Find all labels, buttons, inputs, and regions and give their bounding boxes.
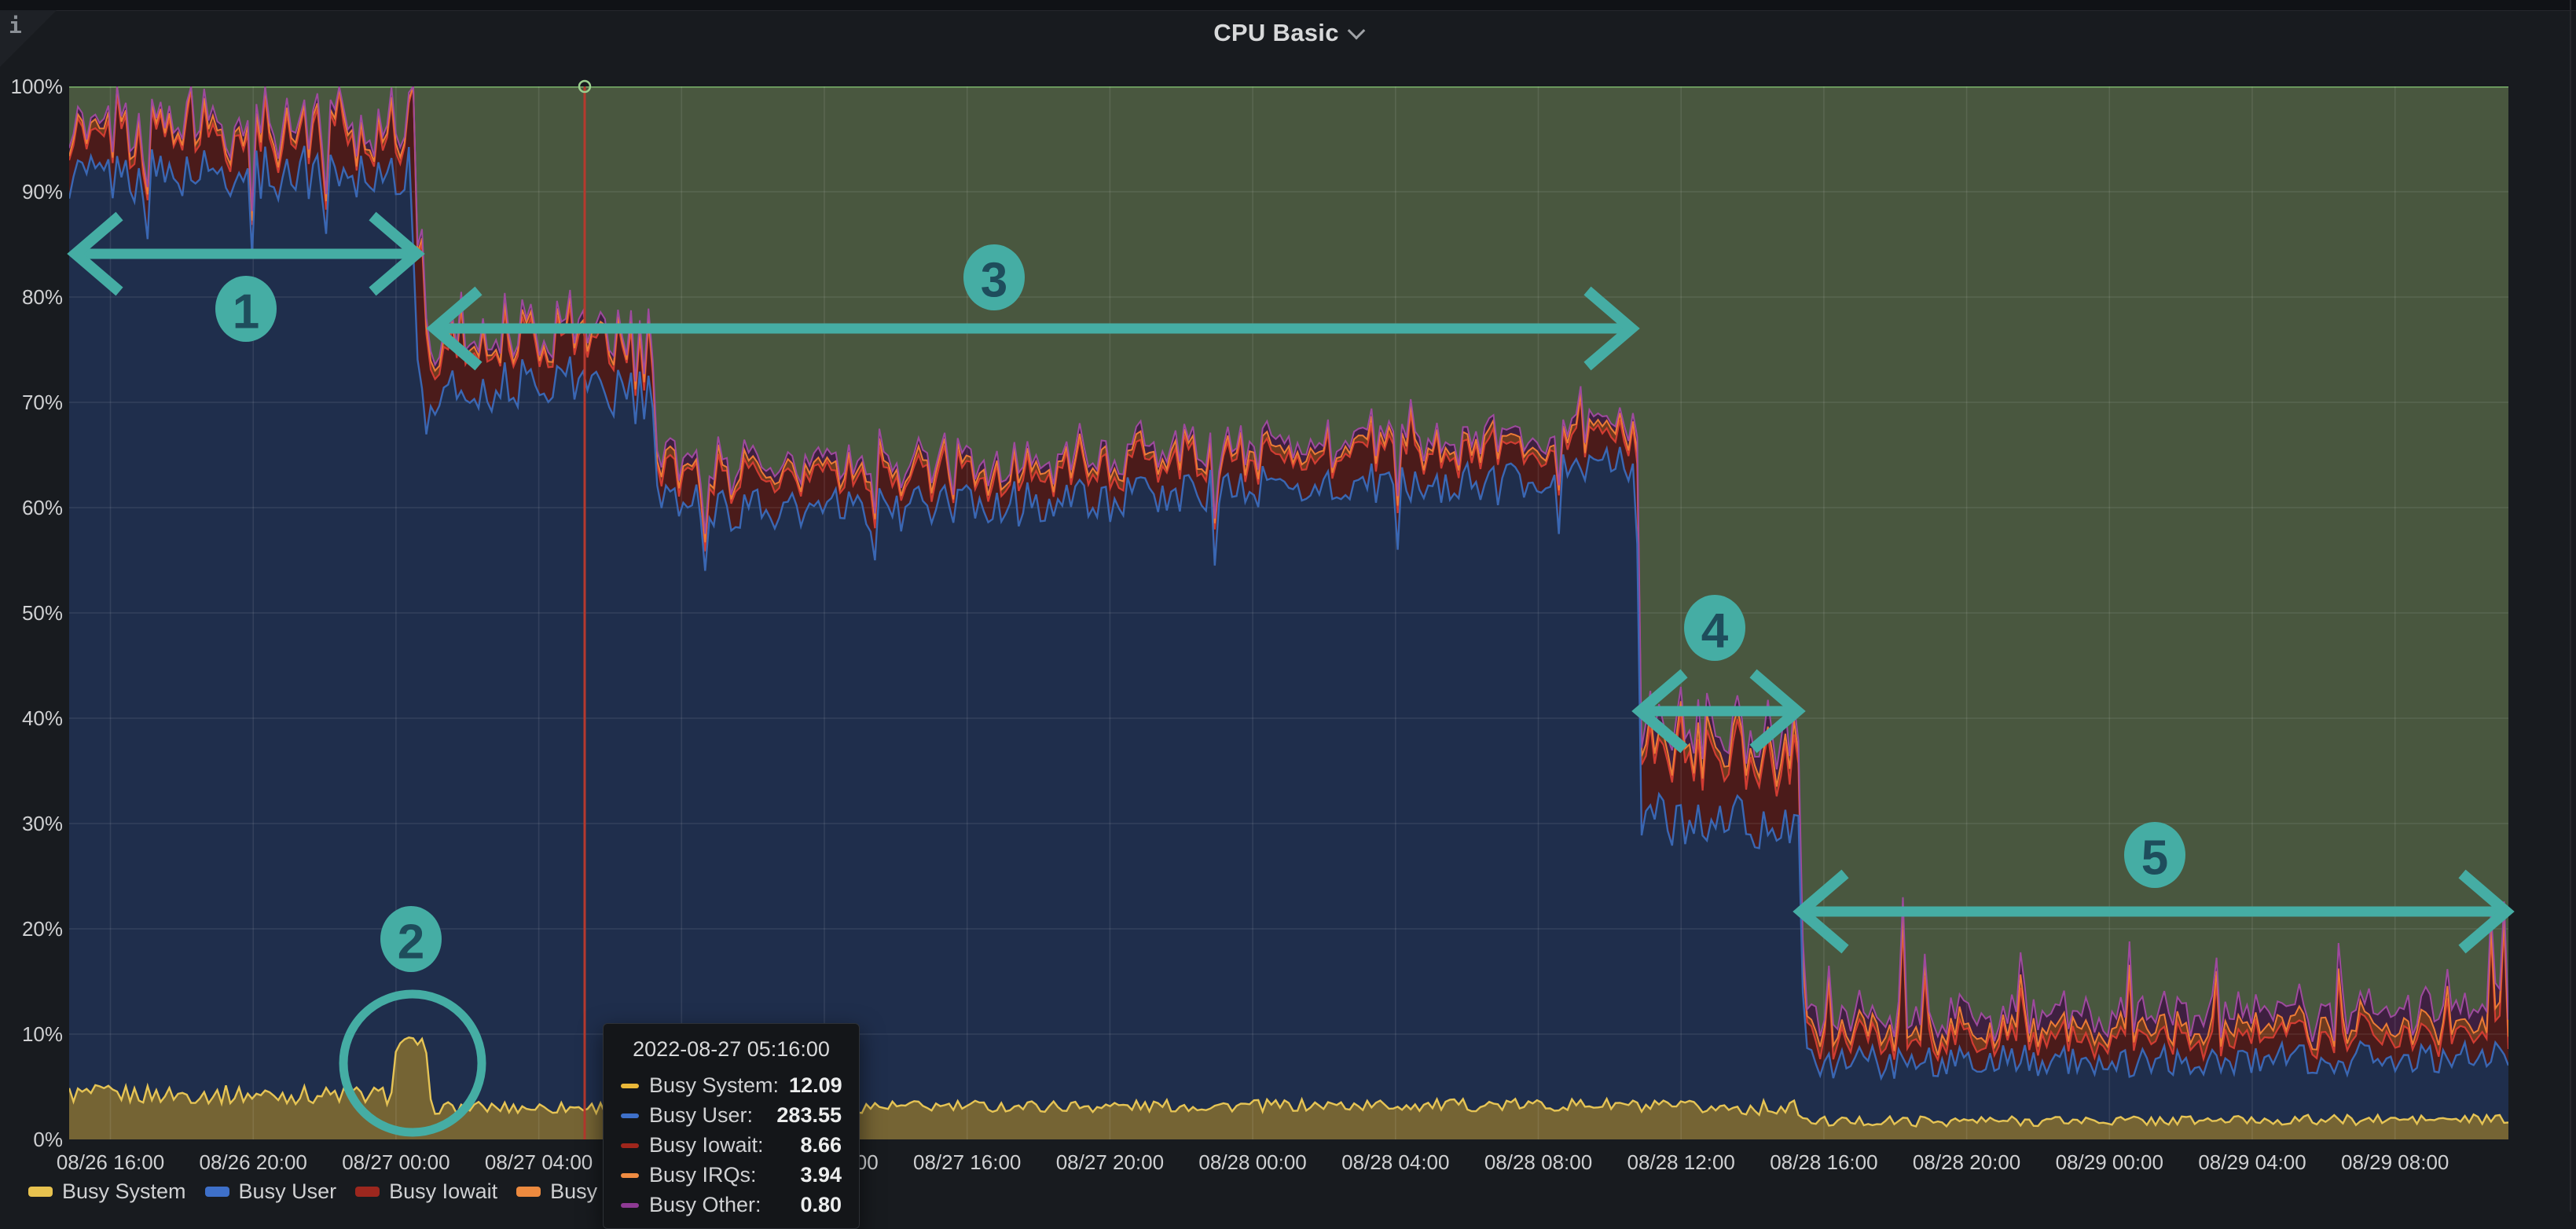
y-axis-label: 30% — [0, 812, 63, 835]
y-axis-label: 90% — [0, 180, 63, 204]
legend-item-busy-user[interactable]: Busy User — [205, 1179, 337, 1204]
tooltip-series-swatch-icon — [621, 1113, 639, 1118]
grafana-cpu-basic-panel: { "header": { "title": "CPU Basic", "che… — [0, 0, 2576, 1212]
legend-item-busy-iowait[interactable]: Busy Iowait — [355, 1179, 497, 1204]
tooltip-series-swatch-icon — [621, 1173, 639, 1178]
tooltip-series-value: 283.55 — [776, 1105, 842, 1126]
y-axis-label: 0% — [0, 1128, 63, 1151]
tooltip-series-value: 12.09 — [789, 1075, 842, 1096]
x-axis-label: 08/28 12:00 — [1627, 1150, 1735, 1175]
x-axis-label: 08/29 04:00 — [2198, 1150, 2306, 1175]
tooltip-row: Busy User: 283.55 — [621, 1105, 842, 1126]
x-axis-label: 08/26 20:00 — [200, 1150, 307, 1175]
tooltip-series-value: 3.94 — [800, 1165, 842, 1186]
legend-item-busy-system[interactable]: Busy System — [28, 1179, 186, 1204]
x-axis-label: 08/28 20:00 — [1913, 1150, 2020, 1175]
x-axis-label: 08/27 00:00 — [342, 1150, 450, 1175]
tooltip: 2022-08-27 05:16:00 Busy System:12.09Bus… — [603, 1023, 860, 1229]
legend-swatch-icon — [516, 1187, 541, 1197]
x-axis-label: 08/28 16:00 — [1770, 1150, 1877, 1175]
legend: Busy SystemBusy UserBusy IowaitBusy IRQs — [28, 1179, 651, 1204]
y-axis-label: 100% — [0, 75, 63, 98]
legend-label: Busy User — [239, 1179, 337, 1204]
legend-swatch-icon — [355, 1187, 380, 1197]
legend-swatch-icon — [205, 1187, 229, 1197]
tooltip-series-swatch-icon — [621, 1143, 639, 1148]
x-axis-label: 08/27 04:00 — [485, 1150, 593, 1175]
tooltip-series-value: 8.66 — [800, 1135, 842, 1156]
y-axis-label: 80% — [0, 285, 63, 309]
tooltip-row: Busy Other: 0.80 — [621, 1194, 842, 1216]
y-axis-label: 70% — [0, 391, 63, 414]
tooltip-series-swatch-icon — [621, 1084, 639, 1088]
y-axis-label: 20% — [0, 917, 63, 941]
x-axis-label: 08/27 20:00 — [1056, 1150, 1164, 1175]
legend-label: Busy Iowait — [389, 1179, 497, 1204]
x-axis-label: 08/28 04:00 — [1341, 1150, 1449, 1175]
x-axis-label: 08/29 08:00 — [2341, 1150, 2449, 1175]
legend-swatch-icon — [28, 1187, 53, 1197]
tooltip-timestamp: 2022-08-27 05:16:00 — [621, 1037, 842, 1062]
cpu-usage-chart: 12345 — [0, 0, 2576, 1212]
tooltip-series-label: Busy IRQs: — [649, 1165, 790, 1186]
tooltip-row: Busy IRQs: 3.94 — [621, 1165, 842, 1186]
tooltip-series-value: 0.80 — [800, 1194, 842, 1216]
y-axis-label: 40% — [0, 706, 63, 730]
tooltip-series-label: Busy System: — [649, 1075, 779, 1096]
tooltip-series-label: Busy Other: — [649, 1194, 790, 1216]
tooltip-series-label: Busy Iowait: — [649, 1135, 790, 1156]
tooltip-row: Busy Iowait: 8.66 — [621, 1135, 842, 1156]
x-axis-label: 08/29 00:00 — [2056, 1150, 2163, 1175]
x-axis-label: 08/28 00:00 — [1198, 1150, 1306, 1175]
y-axis-label: 50% — [0, 601, 63, 625]
plot-area[interactable] — [69, 86, 2508, 1139]
legend-label: Busy System — [62, 1179, 186, 1204]
panel-right-divider — [2570, 0, 2571, 1212]
tooltip-series-swatch-icon — [621, 1203, 639, 1208]
x-axis-label: 08/28 08:00 — [1484, 1150, 1592, 1175]
y-axis-label: 60% — [0, 496, 63, 519]
tooltip-row: Busy System: 12.09 — [621, 1075, 842, 1096]
x-axis-label: 08/27 16:00 — [913, 1150, 1021, 1175]
x-axis-label: 08/26 16:00 — [57, 1150, 164, 1175]
tooltip-series-label: Busy User: — [649, 1105, 766, 1126]
y-axis-label: 10% — [0, 1022, 63, 1046]
tooltip-rows: Busy System: 12.09 Busy User: 283.55 Busy Io… — [621, 1075, 842, 1216]
